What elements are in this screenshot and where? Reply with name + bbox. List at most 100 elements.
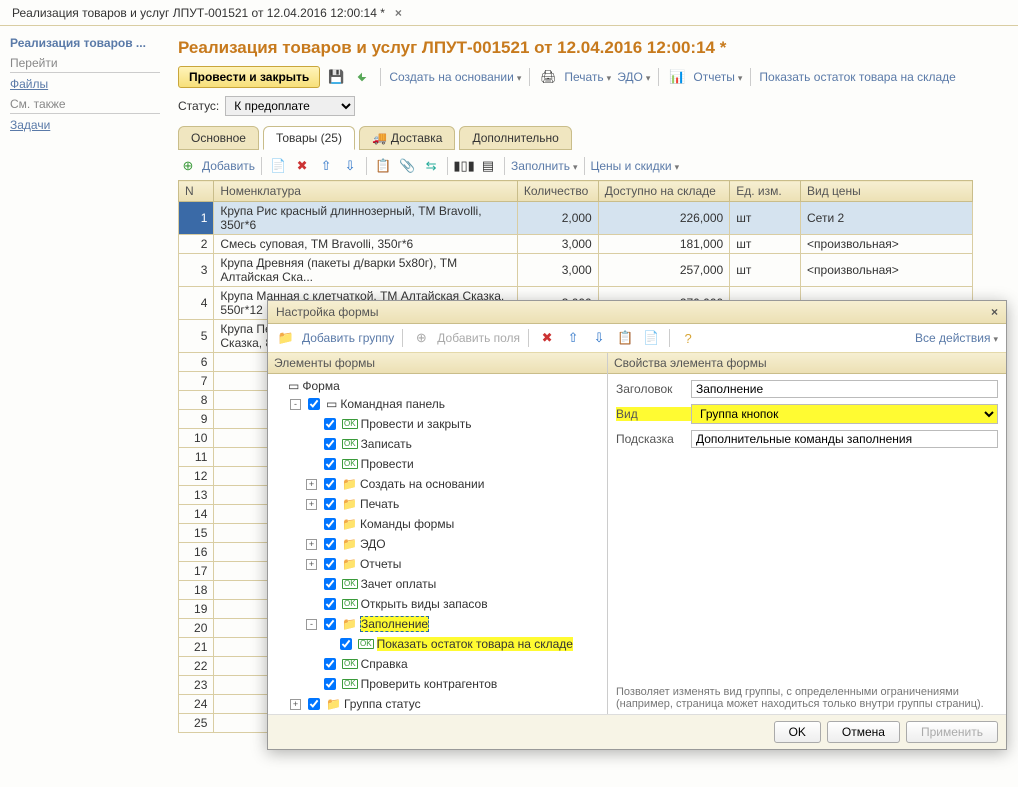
reports-button[interactable]: Отчеты <box>693 70 742 84</box>
column-header[interactable]: Номенклатура <box>214 181 517 202</box>
delete-icon[interactable]: ✖ <box>537 328 557 348</box>
move-up-icon[interactable]: ⇧ <box>563 328 583 348</box>
table-cell[interactable]: 226,000 <box>598 202 729 235</box>
form-elements-tree[interactable]: ▭ Форма-▭ Командная панельOK Провести и … <box>268 374 607 714</box>
tree-item[interactable]: ▭ Форма <box>270 378 605 394</box>
tab-main[interactable]: Основное <box>178 126 259 150</box>
nav-link[interactable]: Файлы <box>10 77 160 91</box>
add-group-button[interactable]: Добавить группу <box>302 331 394 345</box>
table-cell[interactable]: 1 <box>179 202 214 235</box>
table-cell[interactable]: Смесь суповая, ТМ Bravolli, 350г*6 <box>214 235 517 254</box>
table-cell[interactable]: 7 <box>179 372 214 391</box>
close-icon[interactable]: × <box>991 305 998 319</box>
visibility-checkbox[interactable] <box>308 398 320 410</box>
tree-item[interactable]: +📁 Группа статус <box>270 694 605 714</box>
tab-extra[interactable]: Дополнительно <box>459 126 571 150</box>
table-cell[interactable]: 181,000 <box>598 235 729 254</box>
table-cell[interactable]: шт <box>730 202 801 235</box>
tab-goods[interactable]: Товары (25) <box>263 126 355 150</box>
status-select[interactable]: К предоплате <box>225 96 355 116</box>
table-cell[interactable]: 23 <box>179 676 214 695</box>
visibility-checkbox[interactable] <box>324 658 336 670</box>
tree-item[interactable]: OK Провести <box>270 454 605 474</box>
table-cell[interactable]: 9 <box>179 410 214 429</box>
table-cell[interactable]: 3 <box>179 254 214 287</box>
table-cell[interactable]: 3,000 <box>517 254 598 287</box>
table-cell[interactable]: 17 <box>179 562 214 581</box>
table-cell[interactable]: 20 <box>179 619 214 638</box>
table-cell[interactable]: 16 <box>179 543 214 562</box>
close-icon[interactable]: × <box>395 6 402 20</box>
table-cell[interactable]: 12 <box>179 467 214 486</box>
barcode-icon[interactable]: ▮▯▮ <box>454 156 474 176</box>
all-actions-button[interactable]: Все действия <box>915 331 998 345</box>
expand-icon[interactable]: + <box>306 539 317 550</box>
visibility-checkbox[interactable] <box>324 418 336 430</box>
tree-item[interactable]: +📁 Печать <box>270 494 605 514</box>
expand-icon[interactable]: - <box>306 619 317 630</box>
table-cell[interactable]: 5 <box>179 320 214 353</box>
column-header[interactable]: Вид цены <box>801 181 973 202</box>
delete-icon[interactable]: ✖ <box>292 156 312 176</box>
visibility-checkbox[interactable] <box>324 498 336 510</box>
tree-item[interactable]: OK Записать <box>270 434 605 454</box>
tree-item[interactable]: +📁 ЭДО <box>270 534 605 554</box>
table-row[interactable]: 2Смесь суповая, ТМ Bravolli, 350г*63,000… <box>179 235 973 254</box>
table-cell[interactable]: 25 <box>179 714 214 733</box>
table-cell[interactable]: 3,000 <box>517 235 598 254</box>
table-cell[interactable]: 24 <box>179 695 214 714</box>
table-cell[interactable]: 18 <box>179 581 214 600</box>
tree-item[interactable]: OK Проверить контрагентов <box>270 674 605 694</box>
expand-icon[interactable]: + <box>306 559 317 570</box>
visibility-checkbox[interactable] <box>324 538 336 550</box>
expand-icon[interactable]: + <box>306 479 317 490</box>
table-cell[interactable]: 14 <box>179 505 214 524</box>
paste-icon[interactable]: 📄 <box>641 328 661 348</box>
tree-item[interactable]: -▭ Командная панель <box>270 394 605 414</box>
column-header[interactable]: N <box>179 181 214 202</box>
table-cell[interactable]: <произвольная> <box>801 254 973 287</box>
table-cell[interactable]: 10 <box>179 429 214 448</box>
header-input[interactable] <box>691 380 998 398</box>
tree-item[interactable]: +📁 Отчеты <box>270 554 605 574</box>
table-cell[interactable]: шт <box>730 254 801 287</box>
fill-button[interactable]: Заполнить <box>511 159 577 173</box>
visibility-checkbox[interactable] <box>324 558 336 570</box>
create-based-button[interactable]: Создать на основании <box>389 70 521 84</box>
add-group-icon[interactable]: 📁 <box>276 328 296 348</box>
table-cell[interactable]: Сети 2 <box>801 202 973 235</box>
table-cell[interactable]: <произвольная> <box>801 235 973 254</box>
document-tab[interactable]: Реализация товаров и услуг ЛПУТ-001521 о… <box>4 0 410 25</box>
tree-item[interactable]: OK Зачет оплаты <box>270 574 605 594</box>
move-up-icon[interactable]: ⇧ <box>316 156 336 176</box>
hint-input[interactable] <box>691 430 998 448</box>
clipboard-icon[interactable]: 📎 <box>397 156 417 176</box>
add-button[interactable]: Добавить <box>202 159 255 173</box>
column-header[interactable]: Ед. изм. <box>730 181 801 202</box>
paste-icon[interactable]: 📋 <box>373 156 393 176</box>
table-cell[interactable]: Крупа Древняя (пакеты д/варки 5х80г), ТМ… <box>214 254 517 287</box>
tree-item[interactable]: +📁 Создать на основании <box>270 474 605 494</box>
tree-item[interactable]: OK Открыть виды запасов <box>270 594 605 614</box>
tree-item[interactable]: OK Показать остаток товара на складе <box>270 634 605 654</box>
expand-icon[interactable]: - <box>290 399 301 410</box>
cancel-button[interactable]: Отмена <box>827 721 900 743</box>
move-down-icon[interactable]: ⇩ <box>340 156 360 176</box>
table-cell[interactable]: 6 <box>179 353 214 372</box>
tree-item[interactable]: 📁 Команды формы <box>270 514 605 534</box>
save-icon[interactable]: 💾 <box>326 67 346 87</box>
table-cell[interactable]: шт <box>730 235 801 254</box>
table-cell[interactable]: 22 <box>179 657 214 676</box>
visibility-checkbox[interactable] <box>324 618 336 630</box>
visibility-checkbox[interactable] <box>324 578 336 590</box>
table-cell[interactable]: 13 <box>179 486 214 505</box>
split-icon[interactable]: ⇆ <box>421 156 441 176</box>
reports-icon[interactable]: 📊 <box>667 67 687 87</box>
table-cell[interactable]: 257,000 <box>598 254 729 287</box>
prices-button[interactable]: Цены и скидки <box>591 159 680 173</box>
copy-icon[interactable]: 📄 <box>268 156 288 176</box>
table-cell[interactable]: 2,000 <box>517 202 598 235</box>
table-cell[interactable]: 19 <box>179 600 214 619</box>
tab-delivery[interactable]: 🚚Доставка <box>359 126 456 150</box>
post-and-close-button[interactable]: Провести и закрыть <box>178 66 320 88</box>
